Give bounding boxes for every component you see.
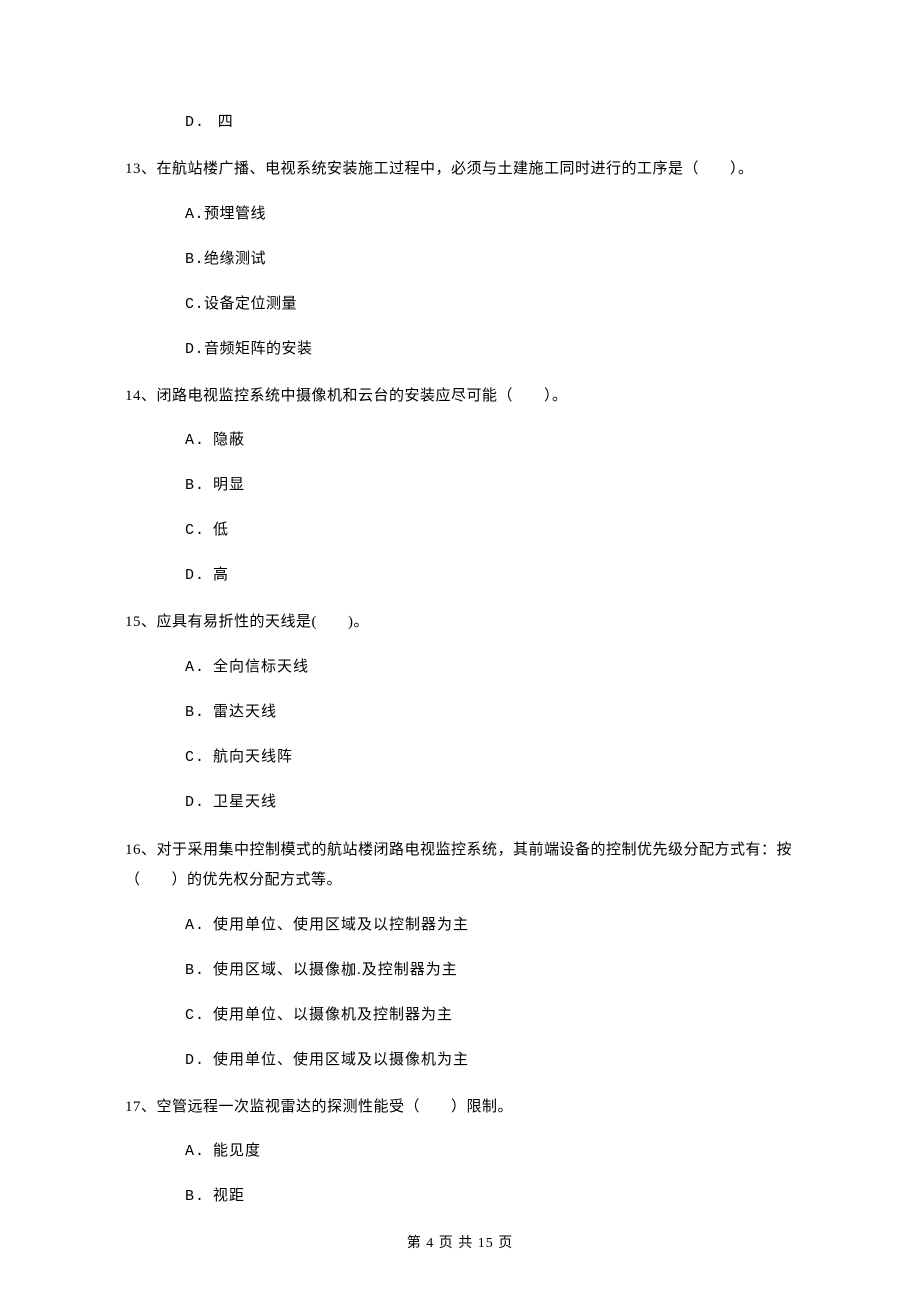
option-text: 航向天线阵 [213,749,293,765]
option-text: 使用单位、以摄像机及控制器为主 [213,1007,453,1023]
option-label: C. [185,519,213,543]
option-label: A. [185,914,213,938]
page-content: D. 四 13、在航站楼广播、电视系统安装施工过程中，必须与土建施工同时进行的工… [0,0,920,1209]
q17-option-a: A.能见度 [125,1139,795,1164]
option-label: A. [185,656,213,680]
q14-option-d: D.高 [125,563,795,588]
option-text: 绝缘测试 [204,251,266,267]
question-text: 空管远程一次监视雷达的探测性能受（ ）限制。 [157,1099,514,1115]
q14-option-c: C.低 [125,518,795,543]
option-text: 预埋管线 [204,206,266,222]
option-label: A. [185,429,213,453]
option-label: D. [185,338,204,362]
question-number: 17、 [125,1099,157,1115]
option-label: D. [185,1049,213,1073]
option-text: 全向信标天线 [213,659,309,675]
q13-option-b: B.绝缘测试 [125,247,795,272]
option-text: 明显 [213,477,245,493]
q15-option-c: C.航向天线阵 [125,745,795,770]
option-text: 视距 [213,1188,245,1204]
option-text: 使用单位、使用区域及以控制器为主 [213,917,469,933]
option-label: B. [185,959,213,983]
option-label: B. [185,1185,213,1209]
option-label: C. [185,293,204,317]
option-label: C. [185,746,213,770]
question-number: 16、 [125,842,157,858]
q16-option-b: B.使用区域、以摄像枷.及控制器为主 [125,958,795,983]
option-text: 隐蔽 [213,432,245,448]
option-label: C. [185,1004,213,1028]
option-label: A. [185,1140,213,1164]
option-label: D. [185,791,213,815]
question-text: 闭路电视监控系统中摄像机和云台的安装应尽可能（ ）。 [157,388,568,404]
footer-text: 第 4 页 共 15 页 [407,1236,514,1251]
question-15: 15、应具有易折性的天线是( )。 [125,608,795,637]
option-label: D. [185,111,213,135]
q15-option-b: B.雷达天线 [125,700,795,725]
question-13: 13、在航站楼广播、电视系统安装施工过程中，必须与土建施工同时进行的工序是（ ）… [125,155,795,184]
q14-option-a: A.隐蔽 [125,428,795,453]
option-text: 四 [218,114,234,130]
question-number: 14、 [125,388,157,404]
page-footer: 第 4 页 共 15 页 [0,1232,920,1252]
question-text: 对于采用集中控制模式的航站楼闭路电视监控系统，其前端设备的控制优先级分配方式有：… [125,842,792,888]
q13-option-a: A.预埋管线 [125,202,795,227]
option-label: B. [185,701,213,725]
q13-option-c: C.设备定位测量 [125,292,795,317]
question-14: 14、闭路电视监控系统中摄像机和云台的安装应尽可能（ ）。 [125,382,795,411]
option-text: 音频矩阵的安装 [204,341,313,357]
option-text: 使用单位、使用区域及以摄像机为主 [213,1052,469,1068]
q16-option-c: C.使用单位、以摄像机及控制器为主 [125,1003,795,1028]
q15-option-a: A.全向信标天线 [125,655,795,680]
option-text: 高 [213,567,229,583]
option-label: A. [185,203,204,227]
q14-option-b: B.明显 [125,473,795,498]
option-text: 能见度 [213,1143,261,1159]
orphan-option: D. 四 [125,110,795,135]
q15-option-d: D.卫星天线 [125,790,795,815]
q16-option-a: A.使用单位、使用区域及以控制器为主 [125,913,795,938]
option-text: 雷达天线 [213,704,277,720]
q13-option-d: D.音频矩阵的安装 [125,337,795,362]
option-text: 卫星天线 [213,794,277,810]
option-text: 使用区域、以摄像枷.及控制器为主 [213,962,458,978]
question-text: 应具有易折性的天线是( )。 [157,614,370,630]
q17-option-b: B.视距 [125,1184,795,1209]
option-label: B. [185,474,213,498]
question-text: 在航站楼广播、电视系统安装施工过程中，必须与土建施工同时进行的工序是（ ）。 [157,161,754,177]
option-label: B. [185,248,204,272]
question-17: 17、空管远程一次监视雷达的探测性能受（ ）限制。 [125,1093,795,1122]
q16-option-d: D.使用单位、使用区域及以摄像机为主 [125,1048,795,1073]
option-text: 设备定位测量 [204,296,297,312]
option-text: 低 [213,522,229,538]
question-number: 13、 [125,161,157,177]
option-label: D. [185,564,213,588]
question-number: 15、 [125,614,157,630]
question-16: 16、对于采用集中控制模式的航站楼闭路电视监控系统，其前端设备的控制优先级分配方… [125,835,795,895]
